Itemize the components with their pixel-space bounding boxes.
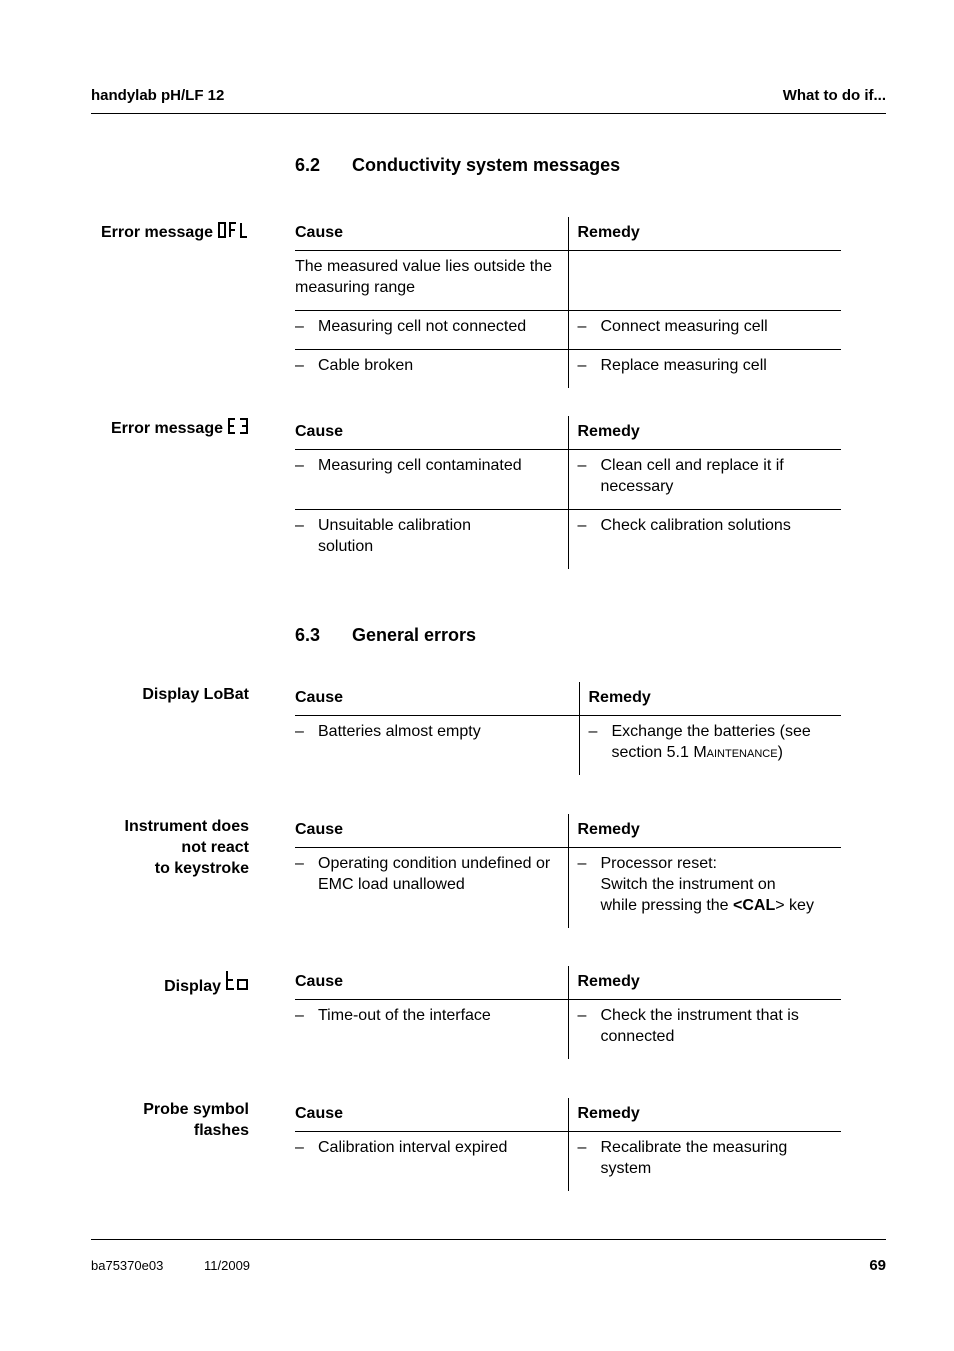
cross-reference-link: Maintenance xyxy=(693,743,778,761)
table-row: – Batteries almost empty – Exchange the ba… xyxy=(295,715,841,775)
side-label-probe-symbol: Probe symbol flashes xyxy=(143,1101,249,1139)
cause-cell: – Measuring cell not connected xyxy=(295,309,568,349)
remedy-cell: – Recalibrate the measuring system xyxy=(567,1131,841,1191)
side-label-error-ofl: Error message xyxy=(101,221,249,243)
table-probe-symbol: Cause Remedy – Calibration interval expire… xyxy=(295,1098,841,1191)
cause-header: Cause xyxy=(295,1098,568,1132)
remedy-header: Remedy xyxy=(567,217,841,251)
remedy-header: Remedy xyxy=(567,814,841,848)
page-number: 69 xyxy=(869,1257,886,1274)
remedy-cell: – Check calibration solutions xyxy=(567,508,841,569)
side-label-instrument-no-react: Instrument does not react to keystroke xyxy=(124,818,249,877)
lcd-ofl-icon xyxy=(218,222,247,238)
remedy-cell: – Processor reset: Switch the instrument… xyxy=(567,847,841,928)
table-row: – Cable broken – Replace measuring cell xyxy=(295,348,841,388)
cause-cell: – Cable broken xyxy=(295,348,568,388)
side-label-text: Error message xyxy=(110,420,223,437)
cause-header: Cause xyxy=(295,217,568,251)
table-error-ofl: Cause Remedy The measured value lies outs… xyxy=(295,217,841,388)
section-title: Conductivity system messages xyxy=(352,155,621,175)
side-label-error-e3: Error message xyxy=(111,417,249,439)
cause-header: Cause xyxy=(295,966,568,1000)
footer-date: 11/2009 xyxy=(204,1258,251,1273)
remedy-cell: – Clean cell and replace it if necessary xyxy=(567,449,841,509)
table-row: – Measuring cell contaminated – Clean cell… xyxy=(295,449,841,509)
footer-doc-id: ba75370e03 xyxy=(91,1258,164,1273)
table-row: – Time-out of the interface – Check the in… xyxy=(295,999,841,1059)
remedy-header: Remedy xyxy=(567,1098,841,1132)
table-row: – Calibration interval expired – Recalibra… xyxy=(295,1131,841,1191)
remedy-cell: – Connect measuring cell xyxy=(567,309,841,349)
remedy-header: Remedy xyxy=(578,682,841,716)
section-number: 6.2 xyxy=(295,155,321,175)
header-rule xyxy=(91,113,886,114)
remedy-cell: – Replace measuring cell xyxy=(567,348,841,388)
table-row: The measured value lies outside the meas… xyxy=(295,250,841,310)
remedy-cell xyxy=(567,250,841,310)
cause-cell: – Operating condition undefined or EMC lo… xyxy=(295,854,551,893)
table-instrument-no-react: Cause Remedy – Operating condition undefin… xyxy=(295,814,841,928)
section-number: 6.3 xyxy=(295,625,321,645)
section-heading-6-2: 6.2 Conductivity system messages xyxy=(295,155,620,176)
remedy-header: Remedy xyxy=(567,416,841,450)
footer-rule xyxy=(91,1239,886,1240)
side-label-text: Display xyxy=(164,978,221,995)
section-title: General errors xyxy=(352,625,477,645)
remedy-cell: – Exchange the batteries (see section 5.1… xyxy=(578,715,841,775)
table-display-to: Cause Remedy – Time-out of the interface –… xyxy=(295,966,841,1059)
header-chapter-title: What to do if... xyxy=(782,87,886,104)
cause-cell: The measured value lies outside the meas… xyxy=(295,257,553,296)
table-row: – Operating condition undefined or EMC lo… xyxy=(295,847,841,928)
side-label-display-lobat: Display LoBat xyxy=(142,686,249,703)
table-display-lobat: Cause Remedy – Batteries almost empty – Exc… xyxy=(295,682,841,775)
side-label-display-to: Display xyxy=(164,970,249,997)
cause-cell: – Measuring cell contaminated xyxy=(295,456,522,474)
cause-header: Cause xyxy=(295,416,568,450)
cause-cell: – Time-out of the interface xyxy=(295,1006,491,1024)
cause-cell: – Unsuitable calibration solution xyxy=(295,508,568,569)
remedy-header: Remedy xyxy=(567,966,841,1000)
cause-header: Cause xyxy=(295,814,568,848)
table-error-e3: Cause Remedy – Measuring cell contaminated… xyxy=(295,416,841,569)
table-row: – Measuring cell not connected – Connect m… xyxy=(295,309,841,349)
table-row: – Unsuitable calibration solution – Check … xyxy=(295,508,841,569)
cal-key-label: <CAL xyxy=(733,896,776,914)
lcd-e3-icon xyxy=(228,418,248,434)
header-product-name: handylab pH/LF 12 xyxy=(91,87,225,104)
remedy-cell: – Check the instrument that is connected xyxy=(567,999,841,1059)
lcd-to-icon xyxy=(226,971,248,990)
cause-cell: – Batteries almost empty xyxy=(295,722,481,740)
cause-header: Cause xyxy=(295,682,579,716)
cause-cell: – Calibration interval expired xyxy=(295,1138,508,1156)
side-label-text: Error message xyxy=(100,224,213,241)
section-heading-6-3: 6.3 General errors xyxy=(295,625,476,646)
